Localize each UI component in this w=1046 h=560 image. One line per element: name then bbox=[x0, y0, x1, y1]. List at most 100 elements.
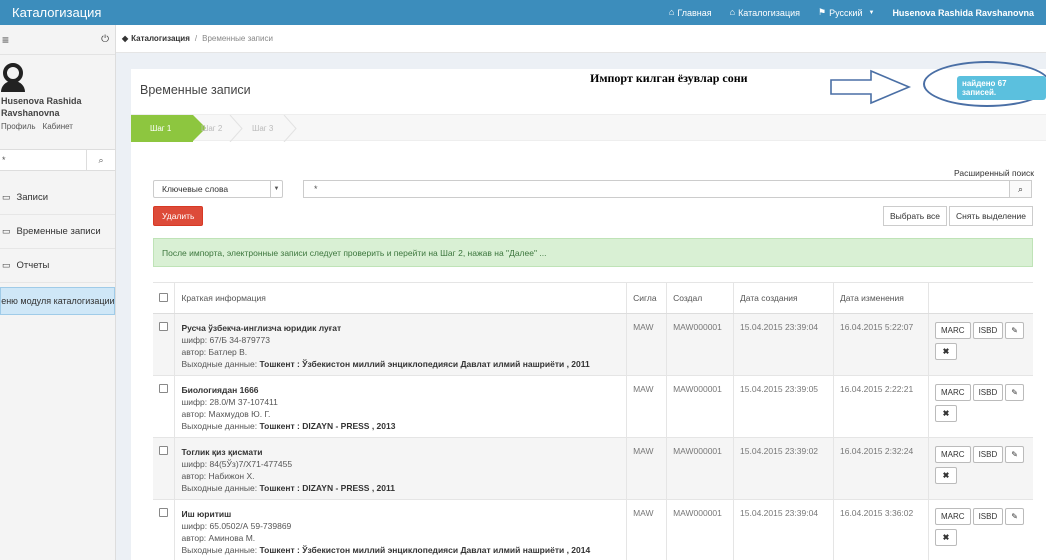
app-brand[interactable]: Каталогизация bbox=[0, 5, 116, 20]
records-table: Краткая информация Сигла Создал Дата соз… bbox=[153, 282, 1033, 560]
search-field-select-value: Ключевые слова bbox=[162, 184, 229, 194]
isbd-button[interactable]: ISBD bbox=[972, 508, 1004, 525]
table-row: Русча ўзбекча-инглизча юридик луғат шифр… bbox=[153, 313, 1033, 376]
search-icon[interactable]: ⌕ bbox=[87, 150, 115, 170]
cabinet-link[interactable]: Кабинет bbox=[43, 122, 73, 131]
record-title[interactable]: Русча ўзбекча-инглизча юридик луғат bbox=[181, 322, 620, 334]
advanced-search-link[interactable]: Расширенный поиск bbox=[954, 168, 1034, 178]
delete-row-icon[interactable]: ✖ bbox=[935, 405, 957, 422]
record-title[interactable]: Иш юритиш bbox=[181, 508, 620, 520]
record-created: 15.04.2015 23:39:04 bbox=[733, 313, 834, 376]
step-2[interactable]: Шаг 2 bbox=[201, 115, 222, 142]
record-cipher: 84(5Ўз)7/Х71-477455 bbox=[209, 459, 293, 469]
record-modified: 16.04.2015 2:22:21 bbox=[833, 375, 930, 438]
sidebar-item-temporary-records[interactable]: ▭ Временные записи bbox=[0, 215, 115, 249]
col-header-sigla[interactable]: Сигла bbox=[626, 282, 668, 314]
search-field-select[interactable]: Ключевые слова ▼ bbox=[153, 180, 283, 198]
record-author: Набижон Х. bbox=[208, 471, 255, 481]
record-title[interactable]: Тоглик қиз қисмати bbox=[181, 446, 620, 458]
page-title: Временные записи bbox=[140, 83, 251, 97]
marc-button[interactable]: MARC bbox=[935, 446, 971, 463]
breadcrumb-home[interactable]: ◆ Каталогизация bbox=[122, 34, 190, 43]
record-title[interactable]: Биологиядан 1666 bbox=[181, 384, 620, 396]
main-panel: Временные записи Импорт килган ёзувлар с… bbox=[131, 61, 1046, 560]
delete-row-icon[interactable]: ✖ bbox=[935, 529, 957, 546]
row-checkbox[interactable] bbox=[159, 384, 168, 393]
record-author: Аминова М. bbox=[208, 533, 256, 543]
row-checkbox[interactable] bbox=[159, 322, 168, 331]
isbd-button[interactable]: ISBD bbox=[972, 322, 1004, 339]
author-label: автор: bbox=[181, 347, 207, 357]
cipher-label: шифр: bbox=[181, 397, 208, 407]
edit-icon[interactable]: ✎ bbox=[1005, 322, 1024, 339]
edit-icon[interactable]: ✎ bbox=[1005, 384, 1024, 401]
monitor-icon: ▭ bbox=[2, 260, 11, 270]
col-header-info[interactable]: Краткая информация bbox=[174, 282, 628, 314]
row-checkbox[interactable] bbox=[159, 446, 168, 455]
profile-link[interactable]: Профиль bbox=[1, 122, 36, 131]
monitor-icon: ▭ bbox=[2, 192, 11, 202]
output-label: Выходные данные: bbox=[181, 421, 258, 431]
edit-icon[interactable]: ✎ bbox=[1005, 508, 1024, 525]
row-actions: MARC ISBD ✎ ✖ bbox=[935, 384, 1027, 422]
breadcrumb-current: Временные записи bbox=[202, 34, 273, 43]
sidebar-item-reports[interactable]: ▭ Отчеты bbox=[0, 249, 115, 283]
delete-row-icon[interactable]: ✖ bbox=[935, 343, 957, 360]
record-cipher: 65.0502/А 59-739869 bbox=[209, 521, 292, 531]
sidebar-search-input[interactable] bbox=[0, 150, 87, 170]
sidebar-item-label: Записи bbox=[16, 192, 49, 203]
nav-cataloging[interactable]: ⌂ Каталогизация bbox=[721, 0, 809, 25]
nav-home[interactable]: ⌂ Главная bbox=[660, 0, 721, 25]
search-button[interactable]: ⌕ bbox=[1010, 180, 1032, 198]
record-output: Тошкент : Ўзбекистон миллий энциклопедия… bbox=[259, 545, 591, 555]
isbd-button[interactable]: ISBD bbox=[972, 384, 1004, 401]
records-found-badge: найдено 67 записей. bbox=[957, 76, 1046, 100]
record-modified: 16.04.2015 2:32:24 bbox=[833, 437, 930, 500]
marc-button[interactable]: MARC bbox=[935, 508, 971, 525]
delete-row-icon[interactable]: ✖ bbox=[935, 467, 957, 484]
marc-button[interactable]: MARC bbox=[935, 384, 971, 401]
sidebar-search: ⌕ bbox=[0, 149, 115, 171]
avatar bbox=[1, 63, 25, 92]
record-output: Тошкент : Ўзбекистон миллий энциклопедия… bbox=[259, 359, 590, 369]
output-label: Выходные данные: bbox=[181, 359, 258, 369]
col-header-creator[interactable]: Создал bbox=[666, 282, 735, 314]
step-1[interactable]: Шаг 1 bbox=[131, 115, 206, 142]
search-icon: ⌕ bbox=[1017, 183, 1024, 194]
language-dropdown[interactable]: ⚑ Русский ▼ bbox=[809, 0, 883, 25]
record-author: Батлер В. bbox=[208, 347, 248, 357]
row-actions: MARC ISBD ✎ ✖ bbox=[935, 508, 1027, 546]
col-header-created[interactable]: Дата создания bbox=[733, 282, 834, 314]
row-checkbox[interactable] bbox=[159, 508, 168, 517]
record-creator: MAW000001 bbox=[666, 313, 735, 376]
sidebar-header: ≡ ⏻ bbox=[0, 25, 115, 55]
record-creator: MAW000001 bbox=[666, 375, 735, 438]
sidebar-user-panel: Husenova Rashida Ravshanovna Профиль Каб… bbox=[0, 55, 115, 131]
hamburger-icon[interactable]: ≡ bbox=[2, 33, 9, 47]
record-cipher: 28.0/М 37-107411 bbox=[209, 397, 278, 407]
record-creator: MAW000001 bbox=[666, 437, 735, 500]
selection-buttons: Выбрать все Снять выделение bbox=[882, 206, 1033, 226]
isbd-button[interactable]: ISBD bbox=[972, 446, 1004, 463]
delete-button[interactable]: Удалить bbox=[153, 206, 204, 226]
user-menu[interactable]: Husenova Rashida Ravshanovna bbox=[883, 0, 1046, 25]
col-header-modified[interactable]: Дата изменения bbox=[833, 282, 930, 314]
nav-home-label: Главная bbox=[677, 7, 712, 18]
sidebar-item-records[interactable]: ▭ Записи bbox=[0, 181, 115, 215]
power-icon[interactable]: ⏻ bbox=[101, 34, 109, 45]
sidebar-menu: ▭ Записи ▭ Временные записи ▭ Отчеты мен… bbox=[0, 181, 115, 315]
select-all-button[interactable]: Выбрать все bbox=[882, 206, 947, 226]
step-3[interactable]: Шаг 3 bbox=[252, 115, 273, 142]
sidebar-item-catalog-menu[interactable]: меню модуля каталогизации bbox=[0, 287, 115, 315]
top-nav: ⌂ Главная ⌂ Каталогизация ⚑ Русский ▼ Hu… bbox=[660, 0, 1046, 25]
record-sigla: MAW bbox=[626, 437, 668, 500]
breadcrumb-home-label: Каталогизация bbox=[131, 34, 190, 43]
edit-icon[interactable]: ✎ bbox=[1005, 446, 1024, 463]
search-input[interactable] bbox=[303, 180, 1010, 198]
annotation-text: Импорт килган ёзувлар сони bbox=[590, 71, 748, 85]
author-label: автор: bbox=[181, 533, 207, 543]
marc-button[interactable]: MARC bbox=[935, 322, 971, 339]
select-all-checkbox[interactable] bbox=[159, 292, 168, 302]
dashboard-icon: ◆ bbox=[122, 34, 129, 43]
deselect-button[interactable]: Снять выделение bbox=[948, 206, 1033, 226]
